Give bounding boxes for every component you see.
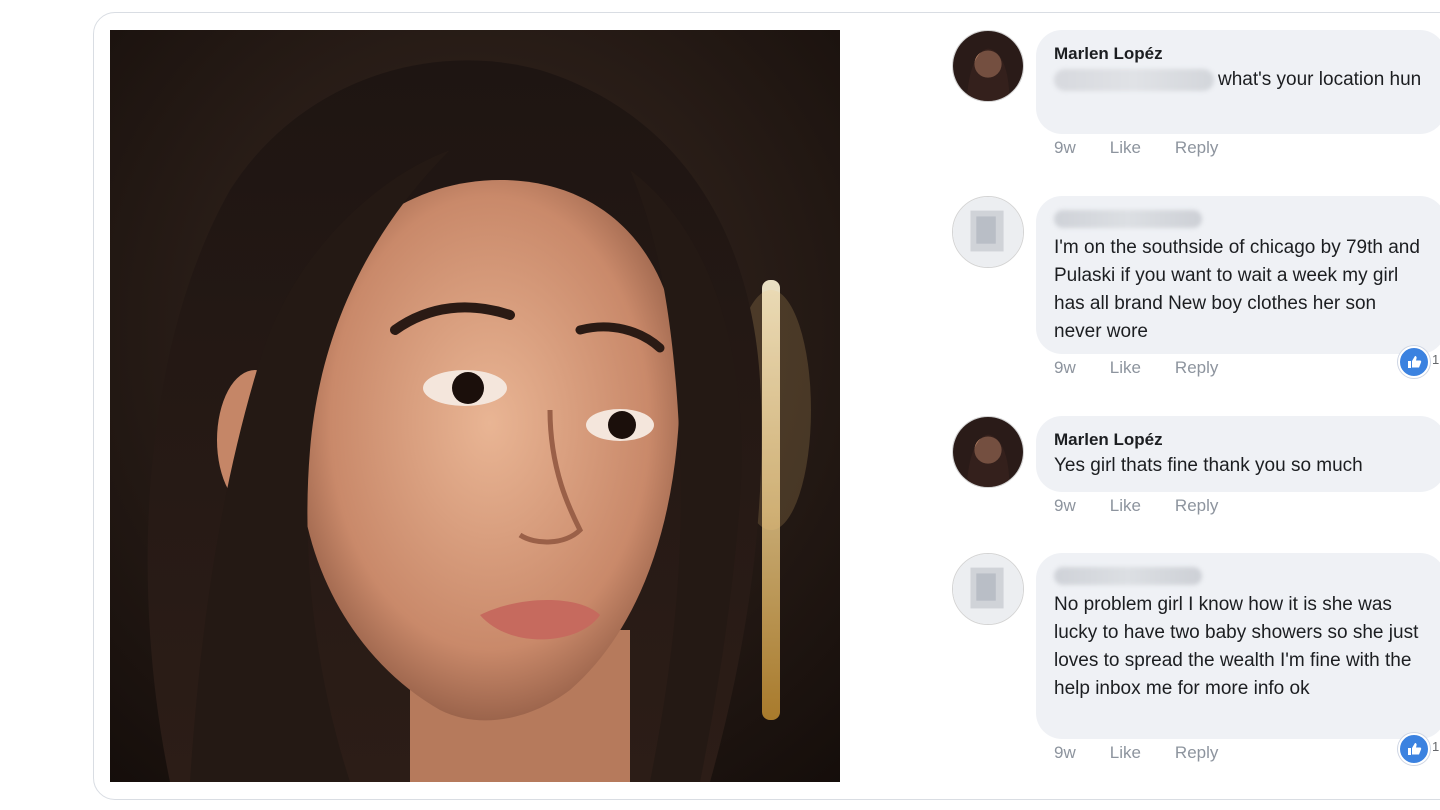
avatar[interactable] [952, 196, 1024, 268]
comment-actions: 9w Like Reply [1054, 743, 1218, 763]
avatar[interactable] [952, 416, 1024, 488]
portrait-image [110, 30, 840, 782]
comment-bubble: Marlen Lopéz what's your location hun [1036, 30, 1440, 134]
like-button[interactable]: Like [1110, 138, 1141, 158]
comment-time[interactable]: 9w [1054, 496, 1076, 516]
reply-button[interactable]: Reply [1175, 358, 1218, 378]
avatar[interactable] [952, 553, 1024, 625]
like-reaction-icon[interactable] [1398, 733, 1430, 765]
comment-author[interactable]: Marlen Lopéz [1054, 42, 1428, 66]
comment-actions: 9w Like Reply [1054, 358, 1218, 378]
avatar[interactable] [952, 30, 1024, 102]
post-photo[interactable] [110, 30, 840, 782]
comment-text: I'm on the southside of chicago by 79th … [1054, 237, 1420, 342]
comment-time[interactable]: 9w [1054, 743, 1076, 763]
comment-bubble: Marlen Lopéz Yes girl thats fine thank y… [1036, 416, 1440, 492]
comment-text-content: what's your location hun [1218, 69, 1422, 90]
comment-text: Yes girl thats fine thank you so much [1054, 455, 1363, 476]
comment-text: No problem girl I know how it is she was… [1054, 594, 1419, 699]
reaction-count: 1 [1432, 352, 1440, 367]
comment-actions: 9w Like Reply [1054, 496, 1218, 516]
comment-text: what's your location hun [1054, 66, 1428, 94]
reply-button[interactable]: Reply [1175, 496, 1218, 516]
reaction-count: 1 [1432, 739, 1440, 754]
comment-bubble: I'm on the southside of chicago by 79th … [1036, 196, 1440, 354]
comment-time[interactable]: 9w [1054, 358, 1076, 378]
like-reaction-icon[interactable] [1398, 346, 1430, 378]
like-button[interactable]: Like [1110, 496, 1141, 516]
redacted-author [1054, 567, 1202, 585]
comment-actions: 9w Like Reply [1054, 138, 1218, 158]
comment-time[interactable]: 9w [1054, 138, 1076, 158]
comment-bubble: No problem girl I know how it is she was… [1036, 553, 1440, 739]
like-button[interactable]: Like [1110, 358, 1141, 378]
like-button[interactable]: Like [1110, 743, 1141, 763]
reply-button[interactable]: Reply [1175, 743, 1218, 763]
redacted-author [1054, 210, 1202, 228]
comment-author[interactable]: Marlen Lopéz [1054, 428, 1428, 452]
reply-button[interactable]: Reply [1175, 138, 1218, 158]
redacted-mention [1054, 68, 1214, 91]
